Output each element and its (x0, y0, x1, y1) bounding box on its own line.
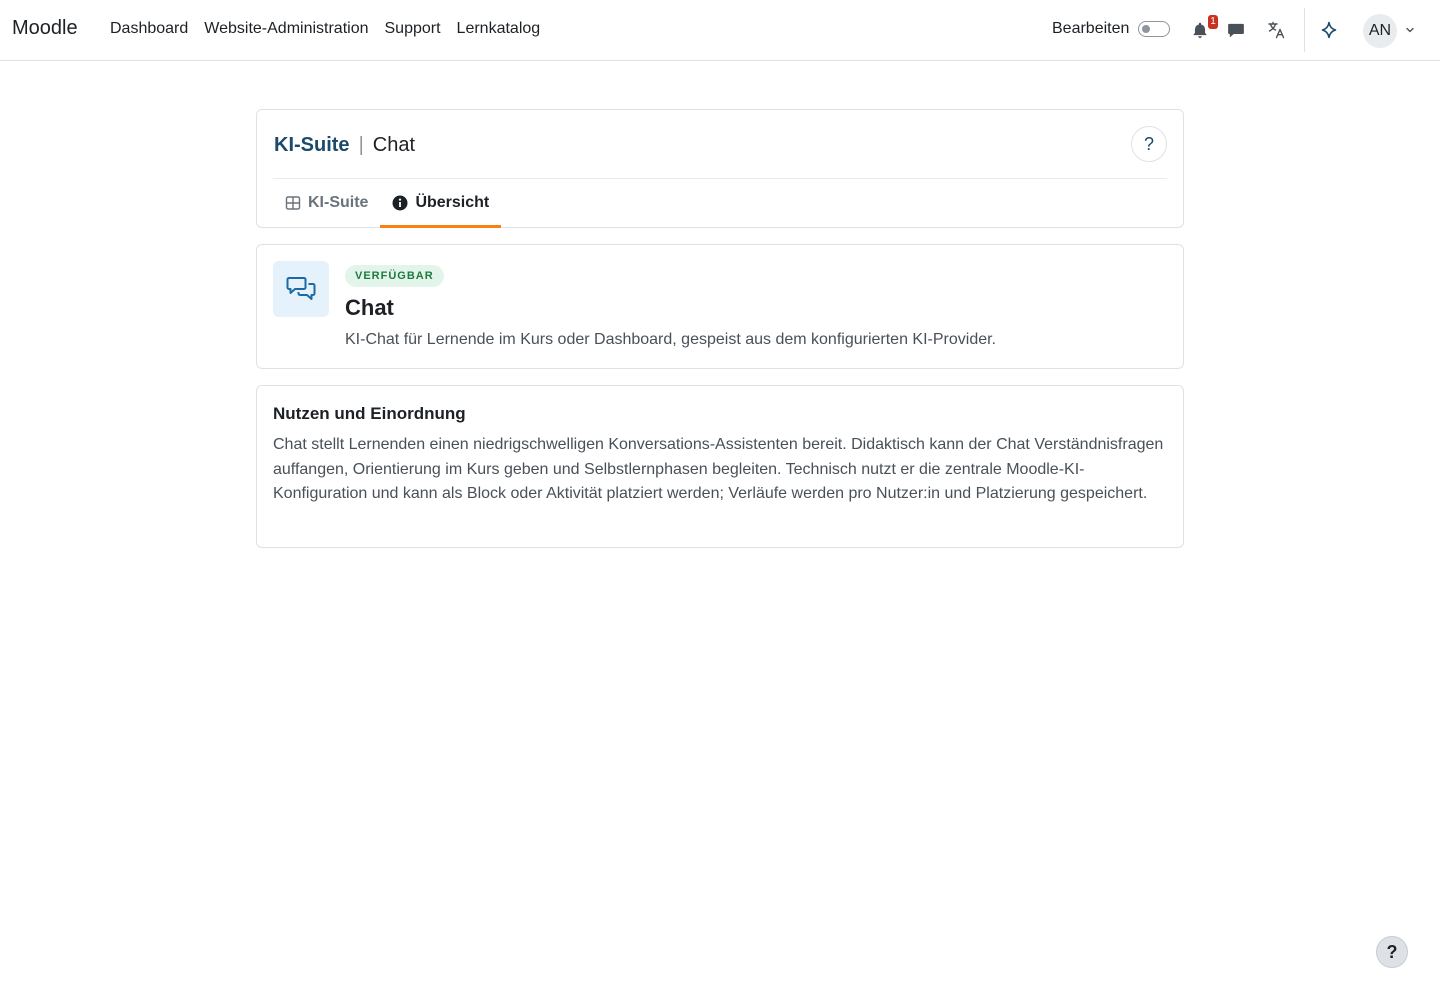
edit-mode-label: Bearbeiten (1052, 20, 1130, 37)
info-icon (392, 195, 408, 211)
tab-overview[interactable]: Übersicht (380, 179, 502, 228)
site-brand[interactable]: Moodle (12, 17, 78, 40)
info-title: Nutzen und Einordnung (273, 404, 466, 423)
nav-item-support[interactable]: Support (385, 20, 441, 38)
primary-navigation: Dashboard Website-Administration Support… (110, 20, 556, 38)
info-card: Nutzen und Einordnung Chat stellt Lernen… (256, 385, 1184, 548)
chat-bubbles-icon (273, 261, 329, 317)
feature-description: KI-Chat für Lernende im Kurs oder Dashbo… (345, 331, 996, 348)
feature-summary-card: VERFÜGBAR Chat KI-Chat für Lernende im K… (256, 244, 1184, 369)
top-navbar: Moodle Dashboard Website-Administration … (0, 0, 1440, 61)
info-text: Chat stellt Lernenden einen niedrigschwe… (273, 436, 1164, 503)
language-icon[interactable] (1264, 17, 1290, 43)
page-header-card: KI-Suite | Chat ? KI-Suite Übersicht (256, 109, 1184, 228)
tab-ki-suite[interactable]: KI-Suite (273, 179, 380, 227)
floating-help-button[interactable]: ? (1376, 936, 1408, 968)
ai-sparkle-icon[interactable] (1316, 17, 1342, 43)
navbar-divider (1304, 8, 1305, 52)
chevron-down-icon[interactable] (1403, 23, 1417, 37)
tab-label: KI-Suite (308, 194, 369, 211)
feature-title: Chat (345, 295, 394, 320)
nav-item-learning-catalog[interactable]: Lernkatalog (457, 20, 541, 38)
toggle-knob (1142, 25, 1150, 33)
breadcrumb-separator: | (358, 134, 364, 156)
breadcrumb-current: Chat (372, 134, 416, 156)
nav-item-site-administration[interactable]: Website-Administration (204, 20, 368, 38)
edit-mode-toggle[interactable] (1138, 21, 1170, 37)
messages-icon[interactable] (1224, 18, 1248, 42)
breadcrumb: KI-Suite | Chat (274, 134, 415, 157)
breadcrumb-root[interactable]: KI-Suite (274, 134, 350, 157)
nav-item-dashboard[interactable]: Dashboard (110, 20, 188, 38)
status-badge: VERFÜGBAR (345, 265, 444, 287)
tab-bar: KI-Suite Übersicht (273, 179, 502, 228)
tab-label: Übersicht (415, 194, 490, 211)
notification-count-badge: 1 (1208, 15, 1218, 29)
grid-icon (285, 195, 301, 211)
user-avatar[interactable]: AN (1363, 14, 1397, 48)
help-button[interactable]: ? (1131, 126, 1167, 162)
